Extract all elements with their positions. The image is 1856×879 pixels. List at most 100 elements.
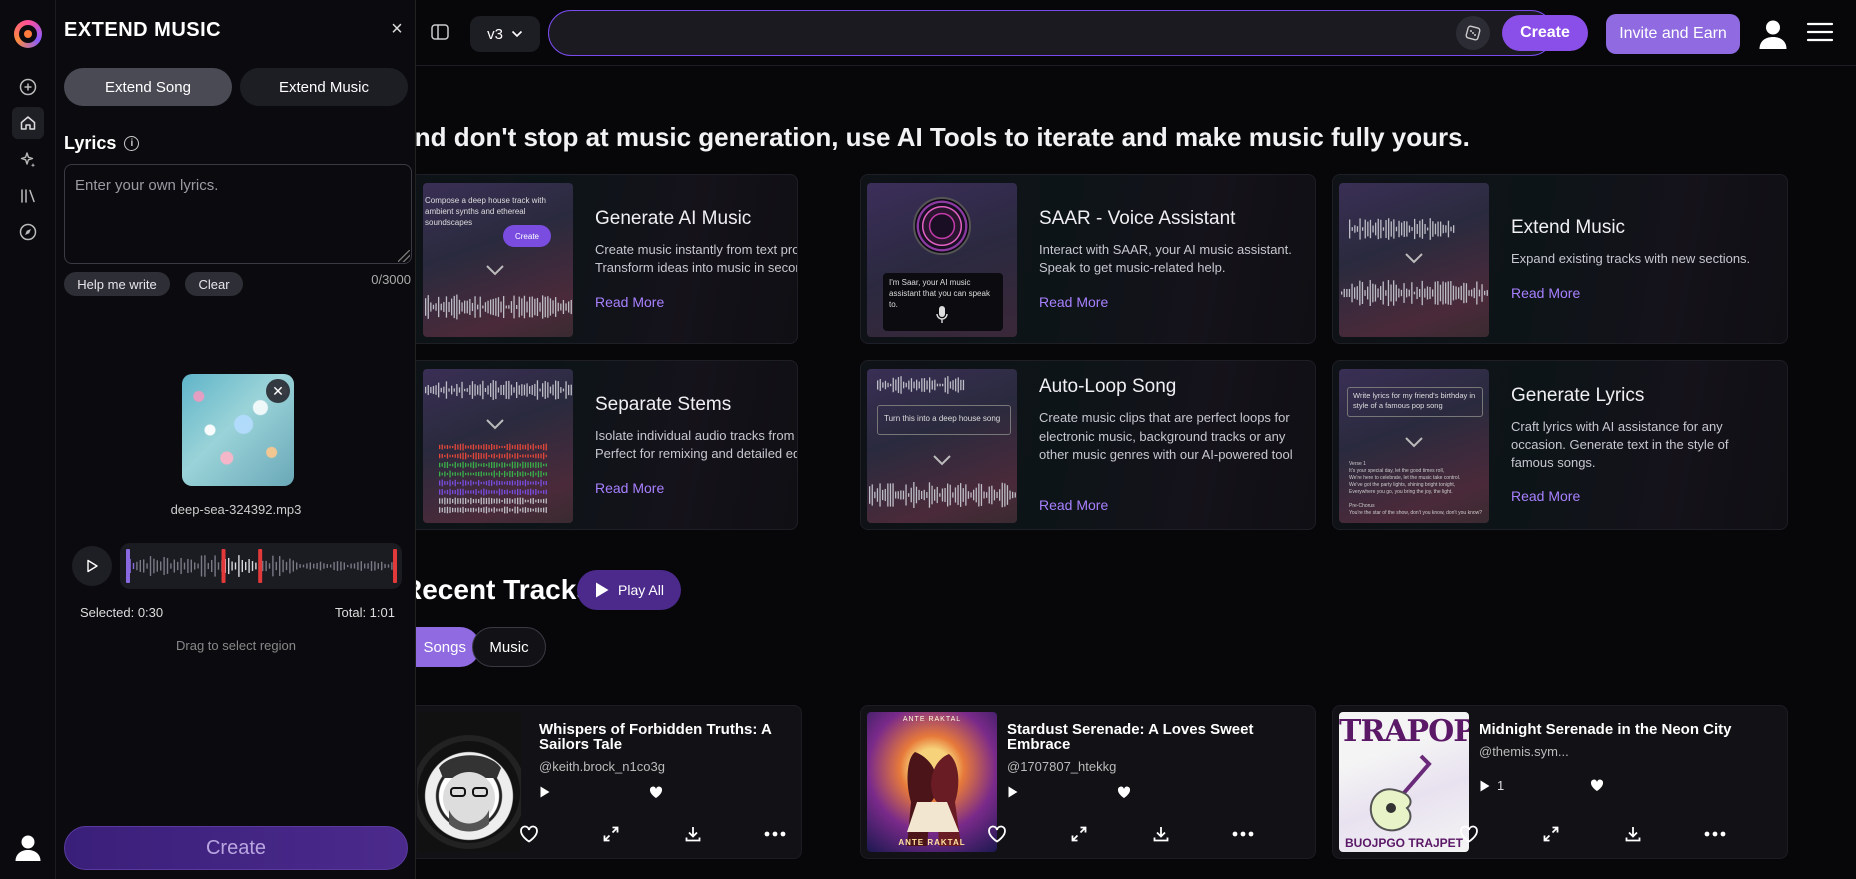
clear-button[interactable]: Clear xyxy=(185,272,243,296)
expand-icon[interactable] xyxy=(1539,822,1563,846)
tool-card-generate-ai-music[interactable]: Compose a deep house track with ambient … xyxy=(416,174,798,344)
hamburger-menu-icon[interactable] xyxy=(1806,20,1834,44)
download-icon[interactable] xyxy=(681,822,705,846)
waveform-bar xyxy=(456,294,458,320)
stem-bar xyxy=(491,472,493,476)
create-button[interactable]: Create xyxy=(64,826,408,870)
read-more-link[interactable]: Read More xyxy=(1039,294,1108,310)
tool-card-separate-stems[interactable]: Separate Stems Isolate individual audio … xyxy=(416,360,798,530)
more-options-icon[interactable] xyxy=(763,822,787,846)
stem-bar xyxy=(535,507,537,513)
stem-bar xyxy=(532,498,534,504)
tab-music[interactable]: Music xyxy=(472,627,546,667)
explore-compass-icon[interactable] xyxy=(16,220,40,244)
track-title[interactable]: Whispers of Forbidden Truths: A Sailors … xyxy=(539,722,789,752)
waveform-bar xyxy=(1393,219,1395,239)
waveform-bar xyxy=(387,564,390,568)
read-more-link[interactable]: Read More xyxy=(595,480,664,496)
waveform-bar xyxy=(877,380,879,390)
create-plus-icon[interactable] xyxy=(16,75,40,99)
stem-bar xyxy=(527,443,529,451)
more-options-icon[interactable] xyxy=(1703,822,1727,846)
random-dice-icon[interactable] xyxy=(1456,16,1490,50)
play-icon[interactable] xyxy=(1007,785,1019,799)
waveform-bar xyxy=(370,561,373,571)
play-icon[interactable] xyxy=(1479,779,1491,793)
version-select[interactable]: v3 xyxy=(470,16,540,52)
track-user[interactable]: @keith.brock_n1co3g xyxy=(539,759,665,774)
info-icon[interactable]: i xyxy=(124,136,140,151)
play-preview-button[interactable] xyxy=(72,546,112,586)
tool-card-saar-voice-assistant[interactable]: I'm Saar, your AI music assistant that y… xyxy=(860,174,1316,344)
download-icon[interactable] xyxy=(1621,822,1645,846)
waveform-bar xyxy=(884,488,886,502)
waveform-selector[interactable] xyxy=(120,543,402,589)
play-icon[interactable] xyxy=(539,785,551,799)
tab-extend-song[interactable]: Extend Song xyxy=(64,68,232,106)
stem-bar xyxy=(545,463,547,467)
prompt-input[interactable] xyxy=(548,10,1554,56)
like-heart-icon[interactable] xyxy=(517,822,541,846)
stem-bar xyxy=(462,488,464,496)
stem-bar xyxy=(439,462,441,468)
read-more-link[interactable]: Read More xyxy=(1511,488,1580,504)
sidebar-toggle-icon[interactable] xyxy=(430,22,452,44)
track-user[interactable]: @1707807_htekkg xyxy=(1007,759,1116,774)
stem-bar xyxy=(457,453,459,459)
stem-bar xyxy=(517,462,519,468)
remove-file-icon[interactable]: ✕ xyxy=(266,379,290,403)
expand-icon[interactable] xyxy=(1067,822,1091,846)
lyrics-input[interactable] xyxy=(64,164,412,264)
waveform-bar xyxy=(999,489,1001,501)
waveform-bar xyxy=(438,296,440,318)
waveform-bar xyxy=(251,561,254,571)
track-title[interactable]: Stardust Serenade: A Loves Sweet Embrace xyxy=(1007,722,1297,752)
tool-card-generate-lyrics[interactable]: Write lyrics for my friend's birthday in… xyxy=(1332,360,1788,530)
waveform-bar xyxy=(1393,280,1395,306)
tab-extend-music[interactable]: Extend Music xyxy=(240,68,408,106)
read-more-link[interactable]: Read More xyxy=(1511,285,1580,301)
track-title[interactable]: Midnight Serenade in the Neon City xyxy=(1479,722,1769,737)
track-card[interactable]: Whispers of Forbidden Truths: A Sailors … xyxy=(416,705,802,859)
play-all-button[interactable]: Play All xyxy=(577,570,681,610)
stem-bar xyxy=(480,497,482,505)
stem-bar xyxy=(478,490,480,494)
waveform-bar xyxy=(1361,281,1364,305)
waveform-bar xyxy=(1377,218,1379,240)
like-heart-icon[interactable] xyxy=(1457,822,1481,846)
sparkle-icon[interactable] xyxy=(16,148,40,172)
track-user[interactable]: @themis.sym... xyxy=(1479,744,1569,759)
stem-bar xyxy=(537,470,540,478)
tab-songs[interactable]: Songs xyxy=(416,627,480,667)
like-heart-icon[interactable] xyxy=(985,822,1009,846)
close-icon[interactable]: × xyxy=(386,18,408,40)
tool-card-auto-loop-song[interactable]: Turn this into a deep house song Auto-Lo… xyxy=(860,360,1316,530)
stem-bar xyxy=(459,472,462,476)
help-me-write-button[interactable]: Help me write xyxy=(64,272,170,296)
stem-bar xyxy=(472,472,475,476)
library-icon[interactable] xyxy=(16,184,40,208)
track-card[interactable]: TRAPOP BUOJPGO TRAJPET Midnight Serenade… xyxy=(1332,705,1788,859)
stem-bar xyxy=(483,462,485,468)
read-more-link[interactable]: Read More xyxy=(1039,497,1108,513)
home-icon[interactable] xyxy=(12,107,44,139)
expand-icon[interactable] xyxy=(599,822,623,846)
download-icon[interactable] xyxy=(1149,822,1173,846)
more-options-icon[interactable] xyxy=(1231,822,1255,846)
invite-and-earn-button[interactable]: Invite and Earn xyxy=(1606,14,1740,54)
user-avatar-icon[interactable] xyxy=(12,831,44,863)
waveform-bar xyxy=(913,381,915,389)
waveform-bar xyxy=(557,302,559,312)
account-avatar-icon[interactable] xyxy=(1756,16,1790,50)
waveform-bar xyxy=(555,297,557,317)
stem-bar xyxy=(535,461,537,469)
waveform-bar xyxy=(516,381,518,399)
track-card[interactable]: ANTE RAKTAL ANTE RAKTAL Stardust Serenad… xyxy=(860,705,1316,859)
stem-bar xyxy=(465,490,467,494)
create-prompt-button[interactable]: Create xyxy=(1502,15,1588,51)
read-more-link[interactable]: Read More xyxy=(595,294,664,310)
waveform-bar xyxy=(944,377,946,393)
app-logo[interactable] xyxy=(14,20,42,48)
resize-handle-icon[interactable] xyxy=(398,250,410,262)
tool-card-extend-music[interactable]: Extend Music Expand existing tracks with… xyxy=(1332,174,1788,344)
